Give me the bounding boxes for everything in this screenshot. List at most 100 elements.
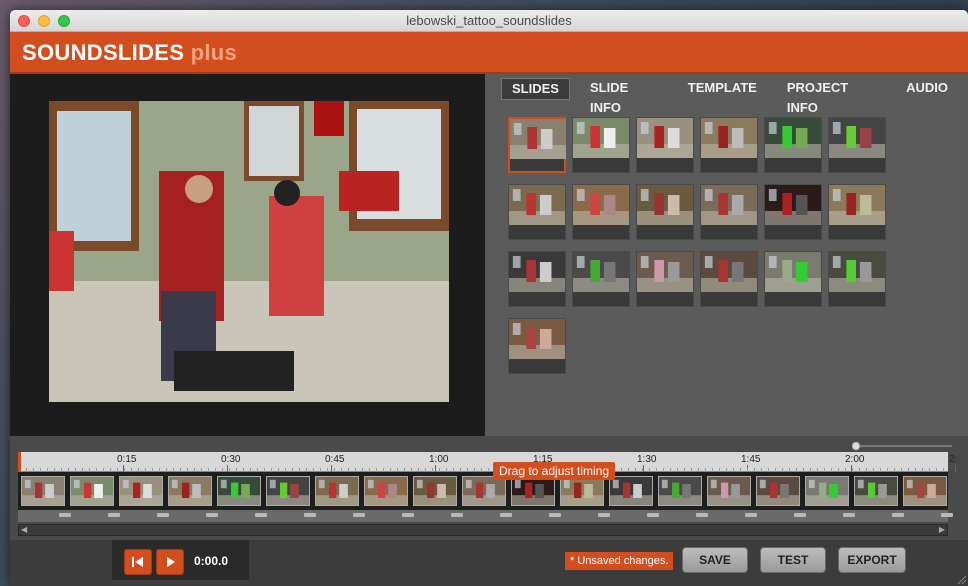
timeline-slide-thumbnail[interactable] bbox=[854, 476, 898, 506]
timing-handle[interactable] bbox=[941, 513, 953, 517]
timeline-slide-thumbnail[interactable] bbox=[511, 476, 555, 506]
timeline-slide-thumbnail[interactable] bbox=[119, 476, 163, 506]
resize-grip-icon[interactable] bbox=[956, 574, 966, 584]
timeline-slide-thumbnail[interactable] bbox=[315, 476, 359, 506]
timeline-slide-image bbox=[463, 477, 505, 505]
ruler-tick bbox=[331, 465, 332, 472]
timing-handle[interactable] bbox=[451, 513, 463, 517]
timeline-slide-thumbnail[interactable] bbox=[70, 476, 114, 506]
slide-thumbnail[interactable] bbox=[636, 117, 694, 173]
timeline-slide-thumbnail[interactable] bbox=[364, 476, 408, 506]
timeline-slide-image bbox=[169, 477, 211, 505]
timing-handle[interactable] bbox=[304, 513, 316, 517]
timing-handle[interactable] bbox=[598, 513, 610, 517]
timeline-slide-image bbox=[22, 477, 64, 505]
tab-audio[interactable]: AUDIO bbox=[896, 78, 958, 100]
slide-thumbnail-image bbox=[509, 185, 565, 225]
tab-slide-info[interactable]: SLIDE INFO bbox=[580, 78, 668, 115]
close-window-button[interactable] bbox=[18, 15, 30, 27]
slide-thumbnail[interactable] bbox=[828, 184, 886, 240]
timing-handle[interactable] bbox=[59, 513, 71, 517]
test-button[interactable]: TEST bbox=[760, 547, 826, 573]
ruler-tick-label: 1:00 bbox=[429, 454, 449, 465]
save-button[interactable]: SAVE bbox=[682, 547, 748, 573]
timeline-zoom-slider[interactable] bbox=[852, 441, 954, 451]
panel-tabs: SLIDES SLIDE INFO TEMPLATE PROJECT INFO … bbox=[501, 78, 968, 115]
timeline-slide-thumbnail[interactable] bbox=[756, 476, 800, 506]
slide-thumbnail[interactable] bbox=[700, 251, 758, 307]
timing-handle[interactable] bbox=[500, 513, 512, 517]
timeline-slide-thumbnail[interactable] bbox=[413, 476, 457, 506]
ruler-tick-label: 0:30 bbox=[221, 454, 241, 465]
ruler-tick-label: 2:00 bbox=[845, 454, 865, 465]
zoom-window-button[interactable] bbox=[58, 15, 70, 27]
timeline-slide-image bbox=[365, 477, 407, 505]
slide-thumbnail-image bbox=[637, 252, 693, 292]
scroll-left-icon[interactable]: ◀ bbox=[21, 525, 27, 534]
timing-handle[interactable] bbox=[892, 513, 904, 517]
slide-thumbnail[interactable] bbox=[572, 184, 630, 240]
timing-handle[interactable] bbox=[843, 513, 855, 517]
slide-thumbnail[interactable] bbox=[572, 117, 630, 173]
slide-thumbnail[interactable] bbox=[508, 251, 566, 307]
timecode-display: 0:00.0 bbox=[194, 554, 229, 568]
export-button[interactable]: EXPORT bbox=[838, 547, 906, 573]
slide-thumbnail[interactable] bbox=[700, 184, 758, 240]
timing-handle[interactable] bbox=[157, 513, 169, 517]
timing-handle[interactable] bbox=[745, 513, 757, 517]
timeline-slide-thumbnail[interactable] bbox=[903, 476, 947, 506]
time-ruler[interactable]: 0:15 0:30 0:45 1:00 1:15 1:30 1:45 2:00 2: bbox=[18, 452, 957, 472]
slide-thumbnail-image bbox=[637, 118, 693, 158]
slide-thumbnail[interactable] bbox=[764, 184, 822, 240]
timeline-slide-image bbox=[757, 477, 799, 505]
timeline-slide-thumbnail[interactable] bbox=[462, 476, 506, 506]
slide-thumbnail[interactable] bbox=[508, 117, 566, 173]
play-button[interactable] bbox=[156, 549, 184, 575]
slide-thumbnail[interactable] bbox=[764, 251, 822, 307]
app-header: SOUNDSLIDES plus bbox=[10, 32, 968, 74]
rewind-button[interactable] bbox=[124, 549, 152, 575]
ruler-tick-label: 1:30 bbox=[637, 454, 657, 465]
tab-slides[interactable]: SLIDES bbox=[501, 78, 570, 100]
timing-handle[interactable] bbox=[353, 513, 365, 517]
timeline-slide-thumbnail[interactable] bbox=[560, 476, 604, 506]
slide-thumbnail[interactable] bbox=[828, 251, 886, 307]
timeline-slide-thumbnail[interactable] bbox=[21, 476, 65, 506]
timing-handle[interactable] bbox=[647, 513, 659, 517]
slide-thumbnail[interactable] bbox=[636, 184, 694, 240]
slide-thumbnail[interactable] bbox=[700, 117, 758, 173]
slide-thumbnail[interactable] bbox=[828, 117, 886, 173]
timeline-slide-thumbnail[interactable] bbox=[168, 476, 212, 506]
slide-thumbnail[interactable] bbox=[572, 251, 630, 307]
slide-thumbnail[interactable] bbox=[508, 184, 566, 240]
timing-handle[interactable] bbox=[255, 513, 267, 517]
timeline-slide-thumbnail[interactable] bbox=[707, 476, 751, 506]
timing-handle[interactable] bbox=[696, 513, 708, 517]
timing-handle[interactable] bbox=[108, 513, 120, 517]
scroll-right-icon[interactable]: ▶ bbox=[939, 525, 945, 534]
minimize-window-button[interactable] bbox=[38, 15, 50, 27]
timeline-slide-thumbnail[interactable] bbox=[609, 476, 653, 506]
slide-thumbnail[interactable] bbox=[636, 251, 694, 307]
tab-template[interactable]: TEMPLATE bbox=[678, 78, 767, 100]
timeline-slide-thumbnail[interactable] bbox=[658, 476, 702, 506]
ruler-tick-label: 1:45 bbox=[741, 454, 761, 465]
timing-handle[interactable] bbox=[794, 513, 806, 517]
timing-handle[interactable] bbox=[402, 513, 414, 517]
timeline-slide-image bbox=[120, 477, 162, 505]
playhead[interactable] bbox=[18, 452, 21, 472]
timing-handle[interactable] bbox=[549, 513, 561, 517]
timeline-slide-image bbox=[267, 477, 309, 505]
slide-thumbnail[interactable] bbox=[764, 117, 822, 173]
timeline-slide-thumbnail[interactable] bbox=[217, 476, 261, 506]
timeline-slide-thumbnail[interactable] bbox=[266, 476, 310, 506]
tab-project-info[interactable]: PROJECT INFO bbox=[777, 78, 886, 115]
timing-handle[interactable] bbox=[206, 513, 218, 517]
slide-thumbnail[interactable] bbox=[508, 318, 566, 374]
timeline-slide-thumbnail[interactable] bbox=[805, 476, 849, 506]
play-icon bbox=[167, 557, 175, 567]
timeline-scrollbar[interactable]: ◀ ▶ bbox=[18, 524, 948, 536]
timeline-slide-image bbox=[708, 477, 750, 505]
ruler-tick-label: 0:15 bbox=[117, 454, 137, 465]
slide-thumbnail-image bbox=[829, 252, 885, 292]
